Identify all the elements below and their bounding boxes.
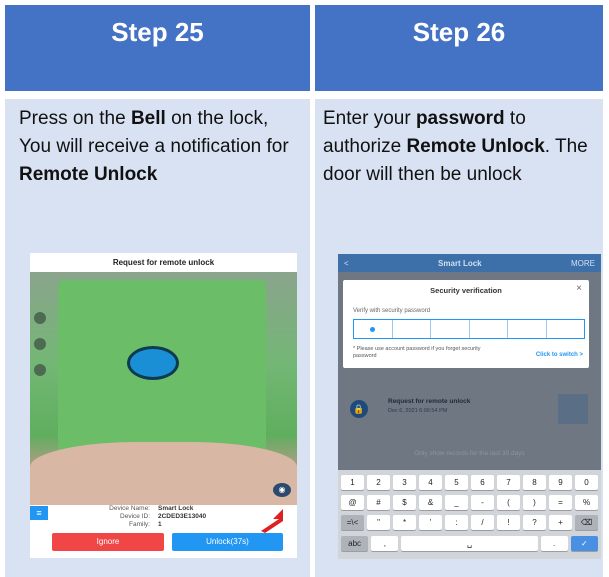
keyboard-row: @ # $ & _ -() =% [341,495,598,510]
red-arrow-icon [261,509,283,533]
more-button[interactable]: MORE [571,259,595,268]
keyboard-row: =\< " * ': /!? + ⌫ [341,515,598,530]
keyboard-key[interactable]: _ [445,495,468,510]
numeric-keyboard: 1234567890 @ # $ & _ -() =% =\< " * ': /!? + ⌫ abc ,… [338,470,601,559]
app-header: < Smart Lock MORE [338,254,601,272]
period-key[interactable]: . [540,536,568,551]
keyboard-key[interactable]: % [575,495,598,510]
step-26-header: Step 26 [315,5,603,91]
keyboard-key[interactable]: @ [341,495,364,510]
step-26-body: Enter your password to authorize Remote … [315,96,603,577]
record-thumbnail [558,394,588,424]
step-26-column: Step 26 Enter your password to authorize… [315,5,603,577]
keyboard-key[interactable]: ? [523,515,546,530]
keyboard-key[interactable]: ( [497,495,520,510]
keyboard-row: 1234567890 [341,475,598,490]
lock-screw [34,364,46,376]
keyboard-key[interactable]: 3 [393,475,416,490]
keyboard-key[interactable]: # [367,495,390,510]
keyboard-key[interactable]: 1 [341,475,364,490]
step-25-header: Step 25 [5,5,310,91]
lock-icon: 🔒 [350,400,368,418]
keyboard-key[interactable]: " [367,515,390,530]
device-name: Smart Lock [158,505,194,512]
unlock-button[interactable]: Unlock(37s) [172,533,283,551]
keyboard-key[interactable]: ⌫ [575,515,598,530]
desc-text: Press on the [19,108,131,129]
records-note: Only show records for the last 30 days [414,450,525,457]
keyboard-key[interactable]: - [471,495,494,510]
back-icon[interactable]: < [344,259,349,268]
keyboard-key[interactable]: 6 [471,475,494,490]
keyboard-key[interactable]: : [445,515,468,530]
switch-link[interactable]: Click to switch > [536,352,583,358]
device-id-label: Device ID: [120,513,150,520]
space-key[interactable]: ␣ [401,536,538,551]
password-dot [370,326,376,332]
keyboard-key[interactable]: 7 [497,475,520,490]
keyboard-key[interactable]: ! [497,515,520,530]
camera-icon[interactable]: ◉ [273,483,291,497]
keyboard-key[interactable]: 5 [445,475,468,490]
dialog-title: Security verification [430,286,502,295]
verify-label: Verify with security password [353,308,431,314]
record-time: Dec 6, 2021 6:06:54 PM [388,408,448,414]
security-verification-dialog: Security verification × Verify with secu… [343,280,589,368]
keyboard-row: abc , ␣ . ✓ [341,536,598,551]
comma-key[interactable]: , [371,536,399,551]
enter-key[interactable]: ✓ [570,536,598,551]
hand-in-frame [30,442,297,505]
menu-icon[interactable]: ≡ [30,506,48,520]
keyboard-key[interactable]: ) [523,495,546,510]
keyboard-key[interactable]: $ [393,495,416,510]
keyboard-key[interactable]: 4 [419,475,442,490]
keyboard-key[interactable]: ' [419,515,442,530]
family-value: 1 [158,521,162,528]
desc-bold-bell: Bell [130,108,166,129]
keyboard-key[interactable]: 0 [575,475,598,490]
lock-screw [34,312,46,324]
desc-bold-remote-unlock: Remote Unlock [19,164,158,185]
keyboard-key[interactable]: =\< [341,515,364,530]
app-title: Smart Lock [438,258,482,268]
device-id: 2CDED3E13040 [158,513,207,520]
unlock-record[interactable]: 🔒 Request for remote unlock Dec 6, 2021 … [344,394,594,430]
desc-text: Enter your [323,108,416,129]
keyboard-key[interactable]: & [419,495,442,510]
security-verification-screen: < Smart Lock MORE 🔒 Request for remote u… [338,254,601,559]
request-title: Request for remote unlock [112,258,215,267]
step-25-description: Press on the Bell on the lock, You will … [19,105,304,189]
desc-bold-password: password [415,108,505,129]
desc-bold-remote-unlock: Remote Unlock [406,136,545,157]
record-title: Request for remote unlock [388,398,471,405]
bell-button [127,346,179,380]
keyboard-key[interactable]: 8 [523,475,546,490]
password-note: * Please use account password if you for… [353,346,481,359]
device-name-label: Device Name: [109,505,150,512]
remote-unlock-request-screen: Request for remote unlock ◉ ≡ Device Nam… [30,253,297,558]
doorbell-camera-photo: ◉ [30,272,297,505]
keyboard-key[interactable]: 2 [367,475,390,490]
step-25-column: Step 25 Press on the Bell on the lock, Y… [5,5,310,577]
abc-key[interactable]: abc [341,536,369,551]
keyboard-key[interactable]: = [549,495,572,510]
keyboard-key[interactable]: / [471,515,494,530]
lock-screw [34,338,46,350]
keyboard-key[interactable]: + [549,515,572,530]
step-26-description: Enter your password to authorize Remote … [323,105,597,189]
close-icon[interactable]: × [576,283,582,294]
step-25-body: Press on the Bell on the lock, You will … [5,96,310,577]
keyboard-key[interactable]: * [393,515,416,530]
family-label: Family: [129,521,150,528]
password-input[interactable] [353,319,585,339]
keyboard-key[interactable]: 9 [549,475,572,490]
ignore-button[interactable]: Ignore [52,533,164,551]
